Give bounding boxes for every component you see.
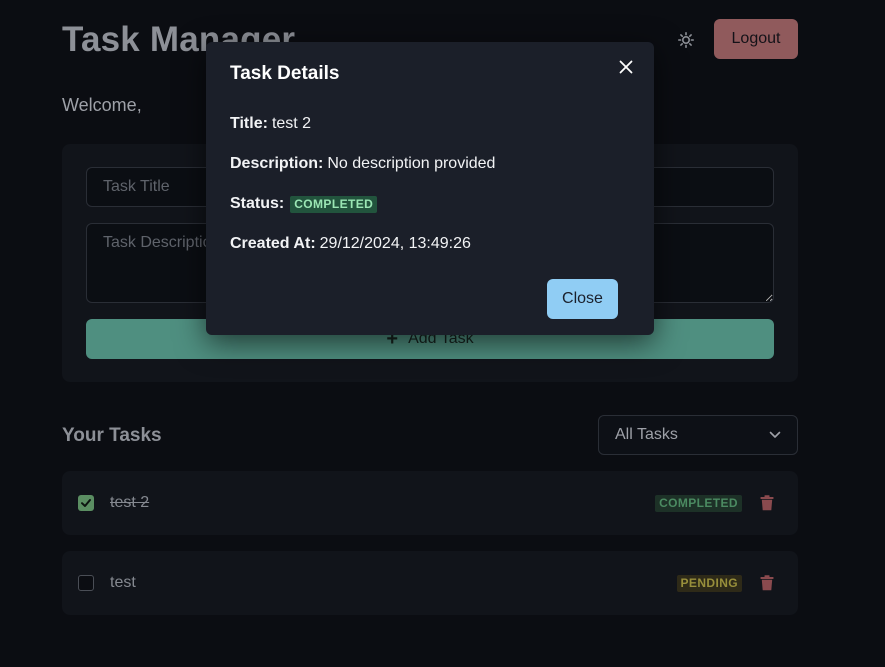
task-details-modal: Task Details Title: test 2 Description: … [206, 42, 654, 335]
close-button[interactable]: Close [547, 279, 618, 319]
detail-description-label: Description: [230, 155, 324, 172]
detail-created-value: 29/12/2024, 13:49:26 [319, 235, 471, 252]
detail-title: Title: test 2 [230, 115, 311, 133]
status-badge: COMPLETED [290, 195, 378, 213]
detail-title-value: test 2 [271, 115, 312, 132]
detail-description: Description: No description provided [230, 155, 495, 173]
detail-status: Status: COMPLETED [230, 195, 378, 213]
close-icon [619, 60, 633, 74]
detail-status-label: Status: [230, 195, 285, 212]
detail-created-at: Created At: 29/12/2024, 13:49:26 [230, 235, 471, 253]
page: Task Manager Logout Welcome, + Add Task [0, 0, 885, 667]
detail-created-label: Created At: [230, 235, 316, 252]
detail-description-value: No description provided [327, 155, 496, 172]
modal-title: Task Details [230, 63, 340, 84]
detail-title-label: Title: [230, 115, 268, 132]
modal-close-icon-button[interactable] [616, 57, 636, 77]
